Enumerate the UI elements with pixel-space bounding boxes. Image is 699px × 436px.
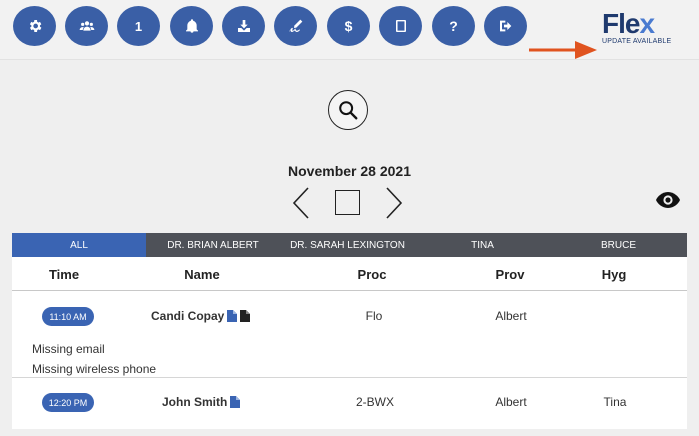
flex-logo[interactable]: Flex UPDATE AVAILABLE bbox=[602, 8, 692, 46]
tab-dr-sarah-lexington[interactable]: DR. SARAH LEXINGTON bbox=[280, 233, 415, 257]
provider-cell: Albert bbox=[495, 309, 527, 323]
gear-icon bbox=[29, 20, 41, 32]
update-available-label[interactable]: UPDATE AVAILABLE bbox=[602, 38, 692, 45]
header-hyg: Hyg bbox=[601, 267, 627, 282]
top-toolbar: 1 $ ? Flex UPDATE AVAILABLE bbox=[0, 0, 699, 60]
appointment-time-badge[interactable]: 12:20 PM bbox=[42, 393, 94, 412]
logout-button[interactable] bbox=[484, 6, 527, 46]
tab-dr-brian-albert[interactable]: DR. BRIAN ALBERT bbox=[146, 233, 280, 257]
settings-button[interactable] bbox=[13, 6, 56, 46]
tab-all[interactable]: ALL bbox=[12, 233, 146, 257]
missing-email-note: Missing email bbox=[32, 342, 105, 356]
blue-document-icon[interactable] bbox=[227, 310, 238, 322]
eye-icon[interactable] bbox=[655, 191, 681, 209]
provider-tabs: ALL DR. BRIAN ALBERT DR. SARAH LEXINGTON… bbox=[12, 233, 687, 257]
previous-day-chevron-icon[interactable] bbox=[291, 186, 311, 220]
download-button[interactable] bbox=[222, 6, 265, 46]
download-icon bbox=[237, 20, 250, 32]
header-time: Time bbox=[48, 267, 80, 282]
patient-name[interactable]: Candi Copay bbox=[151, 309, 251, 323]
patient-name[interactable]: John Smith bbox=[162, 395, 241, 409]
table-row[interactable]: 12:20 PM John Smith 2-BWX Albert Tina bbox=[12, 379, 687, 427]
users-icon bbox=[79, 21, 94, 31]
logout-icon bbox=[499, 20, 511, 32]
appointment-time-badge[interactable]: 11:10 AM bbox=[42, 307, 94, 326]
tablet-icon bbox=[395, 20, 406, 32]
arrow-pointer-icon bbox=[529, 41, 597, 59]
notifications-button[interactable] bbox=[170, 6, 213, 46]
header-prov: Prov bbox=[495, 267, 525, 282]
appointments-table: Time Name Proc Prov Hyg 11:10 AM Candi C… bbox=[12, 257, 687, 429]
next-day-chevron-icon[interactable] bbox=[384, 186, 404, 220]
table-header: Time Name Proc Prov Hyg bbox=[12, 257, 687, 291]
patients-button[interactable] bbox=[65, 6, 108, 46]
header-proc: Proc bbox=[357, 267, 387, 282]
search-button[interactable] bbox=[328, 90, 368, 130]
search-icon bbox=[339, 101, 358, 120]
blue-document-icon[interactable] bbox=[230, 396, 241, 408]
help-button[interactable]: ? bbox=[432, 6, 475, 46]
bell-icon bbox=[185, 19, 198, 33]
help-label: ? bbox=[449, 18, 458, 34]
schedule-date: November 28 2021 bbox=[288, 163, 411, 179]
today-button[interactable] bbox=[335, 190, 360, 215]
count-label: 1 bbox=[134, 18, 143, 34]
billing-label: $ bbox=[344, 18, 353, 34]
logo-wordmark: Flex bbox=[602, 8, 655, 39]
hygienist-cell: Tina bbox=[603, 395, 627, 409]
table-row[interactable]: 11:10 AM Candi Copay Flo Albert Missing … bbox=[12, 292, 687, 378]
count-button[interactable]: 1 bbox=[117, 6, 160, 46]
billing-button[interactable]: $ bbox=[327, 6, 370, 46]
provider-cell: Albert bbox=[495, 395, 527, 409]
missing-phone-note: Missing wireless phone bbox=[32, 362, 157, 376]
black-document-icon[interactable] bbox=[240, 310, 251, 322]
tab-tina[interactable]: TINA bbox=[415, 233, 550, 257]
procedure-cell: Flo bbox=[365, 309, 383, 323]
signature-icon bbox=[288, 19, 302, 32]
sign-button[interactable] bbox=[274, 6, 317, 46]
tab-bruce[interactable]: BRUCE bbox=[550, 233, 687, 257]
header-name: Name bbox=[184, 267, 220, 282]
tablet-button[interactable] bbox=[379, 6, 422, 46]
procedure-cell: 2-BWX bbox=[355, 395, 395, 409]
